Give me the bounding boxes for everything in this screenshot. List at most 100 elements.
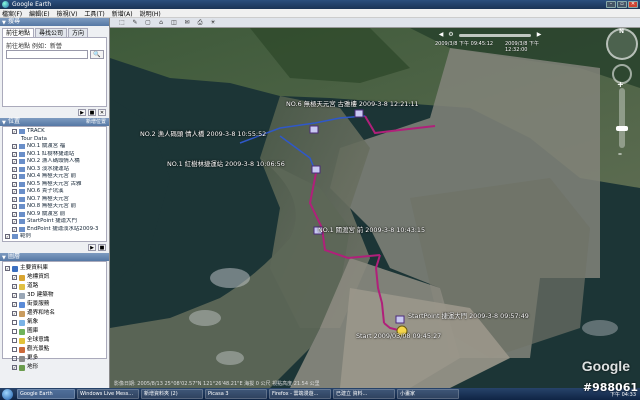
place-checkbox[interactable]: ✓ xyxy=(12,211,17,217)
place-item[interactable]: ✓ StartPoint 捷運大門 xyxy=(5,218,104,226)
taskbar-item[interactable]: 已建立 資料... xyxy=(333,389,395,399)
close-results-button[interactable]: ✕ xyxy=(98,109,106,116)
layer-item[interactable]: 氣象 xyxy=(5,318,104,327)
menu-item[interactable]: 檢視(V) xyxy=(57,9,78,18)
toolbar-button[interactable]: ▢ xyxy=(144,19,152,26)
layer-item[interactable]: ✓ 邊界和地名 xyxy=(5,309,104,318)
toolbar-button[interactable]: ⎙ xyxy=(196,19,204,26)
route-label[interactable]: StartPoint 捷運大門 2009-3-8 09:57:49 xyxy=(408,311,529,320)
search-panel-header[interactable]: ▼ 搜尋 xyxy=(0,18,109,26)
placemark-icon[interactable] xyxy=(354,109,364,118)
earth-map-view[interactable]: NO.6 無極天元宮 古雅樓 2009-3-8 12:21:11 NO.2 漁人… xyxy=(110,28,640,388)
taskbar-item[interactable]: Picasa 3 xyxy=(205,389,267,399)
place-checkbox[interactable]: ✓ xyxy=(12,166,17,172)
play-tour-button[interactable]: ▶ xyxy=(88,244,96,251)
stop-button[interactable]: ■ xyxy=(98,244,106,251)
placemark-icon[interactable] xyxy=(395,315,405,324)
taskbar-item[interactable]: Firefox - 雲端漫遊... xyxy=(269,389,331,399)
menu-item[interactable]: 新增(A) xyxy=(112,9,133,18)
toolbar-button[interactable]: ✎ xyxy=(131,19,139,26)
close-button[interactable]: ✕ xyxy=(628,1,638,8)
layer-item[interactable]: ✓ 街景服務 xyxy=(5,300,104,309)
layer-item[interactable]: ✓ 地標資訊 xyxy=(5,273,104,282)
place-checkbox[interactable]: ✓ xyxy=(12,144,17,150)
time-forward-button[interactable]: ▶ xyxy=(535,31,543,39)
place-item[interactable]: ✓ NO.3 淡水捷運站 xyxy=(5,166,104,174)
zoom-out-button[interactable]: – xyxy=(618,149,622,158)
layer-checkbox[interactable]: ✓ xyxy=(12,284,17,289)
toolbar-button[interactable]: ☀ xyxy=(209,19,217,26)
layer-checkbox[interactable]: ✓ xyxy=(12,275,17,280)
search-input[interactable] xyxy=(6,50,88,59)
time-slider[interactable]: ◀ ⚙ ▶ 2009/3/8 下午 09:45:12 2009/3/8 下午 1… xyxy=(435,30,555,53)
place-item[interactable]: ✓ EndPoint 捷運淡水站2009-3 xyxy=(5,226,104,234)
layer-checkbox[interactable]: ✓ xyxy=(12,365,17,370)
layer-item[interactable]: ✓ 主要資料庫 xyxy=(5,264,104,273)
start-button[interactable] xyxy=(2,388,13,400)
route-label[interactable]: NO.2 漁人碼頭 情人橋 2009-3-8 10:55:52 xyxy=(140,129,266,138)
toolbar-button[interactable]: ◫ xyxy=(170,19,178,26)
route-label[interactable]: NO.1 關渡宮 前 2009-3-8 10:43:15 xyxy=(318,225,425,234)
menu-item[interactable]: 工具(T) xyxy=(84,9,104,18)
toolbar-button[interactable]: ⬚ xyxy=(118,19,126,26)
toolbar-button[interactable]: ✉ xyxy=(183,19,191,26)
search-tab[interactable]: 前往地點 xyxy=(2,28,35,37)
layers-panel-header[interactable]: ▼ 圖層 xyxy=(0,253,109,261)
taskbar-item[interactable]: Google Earth xyxy=(17,389,75,399)
search-button[interactable]: 🔍 xyxy=(90,50,104,59)
place-checkbox[interactable]: ✓ xyxy=(12,219,17,225)
layer-item[interactable]: 更多 xyxy=(5,354,104,363)
layer-checkbox[interactable] xyxy=(12,329,17,334)
place-checkbox[interactable]: ✓ xyxy=(12,129,17,135)
layer-checkbox[interactable]: ✓ xyxy=(12,302,17,307)
placemark-icon[interactable] xyxy=(311,165,321,174)
place-item[interactable]: ✓ NO.1 關渡宮 福 xyxy=(5,143,104,151)
place-item[interactable]: ✓ NO.5 無極天元宮 古雅 xyxy=(5,181,104,189)
place-checkbox[interactable]: ✓ xyxy=(12,181,17,187)
time-settings-icon[interactable]: ⚙ xyxy=(447,31,455,39)
place-checkbox[interactable]: ✓ xyxy=(5,234,10,240)
layer-item[interactable]: ✓ 3D 建築物 xyxy=(5,291,104,300)
play-tour-button[interactable]: ▶ xyxy=(78,109,86,116)
place-checkbox[interactable]: ✓ xyxy=(12,174,17,180)
menu-item[interactable]: 說明(H) xyxy=(140,9,161,18)
time-back-button[interactable]: ◀ xyxy=(437,31,445,39)
place-item[interactable]: ✓ NO.4 無極天元宮 前 xyxy=(5,173,104,181)
place-item[interactable]: ✓ NO.9 關渡宮 前 xyxy=(5,211,104,219)
time-slider-track[interactable] xyxy=(459,34,531,37)
place-checkbox[interactable]: ✓ xyxy=(12,196,17,202)
place-item[interactable]: ✓ NO.8 無極天元宮 前 xyxy=(5,203,104,211)
route-label[interactable]: NO.1 紅樹林捷運站 2009-3-8 10:06:56 xyxy=(167,159,285,168)
north-indicator[interactable]: N xyxy=(619,28,624,35)
taskbar-item[interactable]: 小畫家 xyxy=(397,389,459,399)
placemark-icon[interactable] xyxy=(309,125,319,134)
add-place-link[interactable]: 新增位置 xyxy=(86,118,106,126)
layer-checkbox[interactable] xyxy=(12,347,17,352)
place-item[interactable]: ✓ 範例 xyxy=(5,233,104,241)
place-item[interactable]: ✓ NO.7 無極天元宮 xyxy=(5,196,104,204)
layer-checkbox[interactable]: ✓ xyxy=(5,266,10,271)
layer-checkbox[interactable] xyxy=(12,320,17,325)
menu-item[interactable]: 編輯(E) xyxy=(29,9,49,18)
place-checkbox[interactable]: ✓ xyxy=(12,189,17,195)
place-checkbox[interactable]: ✓ xyxy=(12,159,17,165)
place-checkbox[interactable]: ✓ xyxy=(12,204,17,210)
menu-item[interactable]: 檔案(F) xyxy=(2,9,22,18)
minimize-button[interactable]: – xyxy=(606,1,616,8)
taskbar-item[interactable]: Windows Live Mess... xyxy=(77,389,139,399)
place-item[interactable]: ✓ TRACK xyxy=(5,128,104,136)
route-label[interactable]: NO.6 無極天元宮 古雅樓 2009-3-8 12:21:11 xyxy=(286,99,419,108)
layer-item[interactable]: 全球意識 xyxy=(5,336,104,345)
places-panel-header[interactable]: ▼ 位置 新增位置 xyxy=(0,118,109,126)
place-item[interactable]: ✓ NO.6 貴子坑溪 xyxy=(5,188,104,196)
taskbar-item[interactable]: 新增資料夾 (2) xyxy=(141,389,203,399)
place-item[interactable]: Tour Data xyxy=(5,136,104,144)
layer-item[interactable]: ✓ 道路 xyxy=(5,282,104,291)
zoom-slider-knob[interactable] xyxy=(616,126,628,131)
place-checkbox[interactable]: ✓ xyxy=(12,151,17,157)
place-item[interactable]: ✓ NO.2 漁人碼頭情人橋 xyxy=(5,158,104,166)
layer-item[interactable]: ✓ 地形 xyxy=(5,363,104,372)
layer-item[interactable]: 觀光景點 xyxy=(5,345,104,354)
place-checkbox[interactable]: ✓ xyxy=(12,226,17,232)
place-item[interactable]: ✓ NO.1 紅樹林捷運站 xyxy=(5,151,104,159)
